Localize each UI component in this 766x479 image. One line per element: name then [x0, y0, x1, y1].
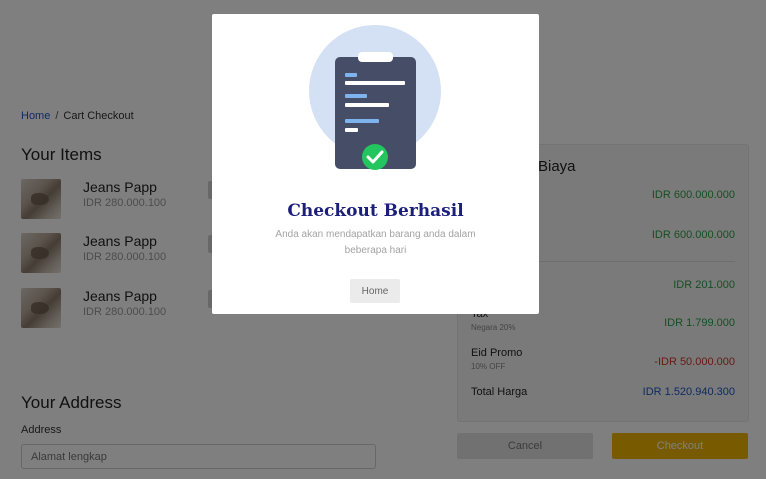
modal-description: Anda akan mendapatkan barang anda dalam …: [275, 229, 476, 256]
clipboard-check-icon: [309, 25, 441, 170]
modal-title: Checkout Berhasil: [287, 201, 464, 221]
checkout-success-modal: Checkout Berhasil Anda akan mendapatkan …: [212, 14, 539, 314]
home-button[interactable]: Home: [350, 279, 400, 303]
